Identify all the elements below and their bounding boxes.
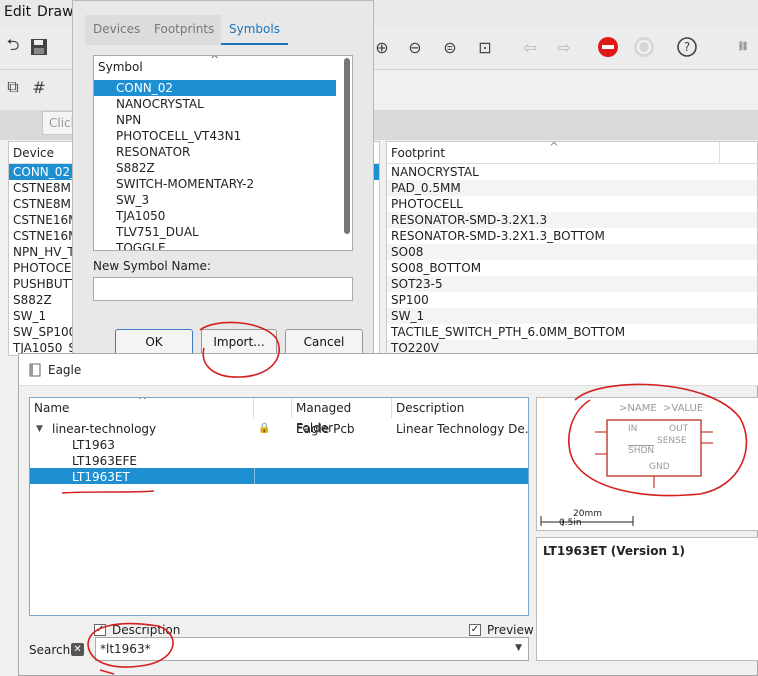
list-item[interactable]: NPN [94,112,336,128]
search-input[interactable]: *lt1963* ▼ [95,637,529,661]
list-item[interactable]: TJA1050 [94,208,336,224]
list-item[interactable]: CONN_02 [94,80,336,96]
sort-up-icon: ^ [549,141,560,154]
column-managed-folder[interactable]: Managed Folder [292,398,392,435]
list-item[interactable]: RESONATOR-SMD-3.2X1.3 [387,212,757,228]
footprint-list-header[interactable]: Footprint ^ [387,142,757,164]
click-button[interactable]: Click [42,111,76,135]
zoom-out-icon[interactable]: ⊖ [402,34,428,60]
eagle-dialog: Eagle Name ^ Managed Folder Description … [18,353,758,676]
list-item[interactable]: SWITCH-MOMENTARY-2 [94,176,336,192]
description-checkbox[interactable]: ✓ [94,624,106,636]
ok-button[interactable]: OK [115,329,193,355]
pin-in-label: IN [628,424,638,434]
description-panel: LT1963ET (Version 1) [536,537,758,661]
new-symbol-name-label: New Symbol Name: [93,259,211,273]
list-item[interactable]: SW_3 [94,192,336,208]
stop-icon[interactable] [595,34,621,60]
route-icon[interactable]: ⮌ [0,34,26,60]
tree-row-device-selected[interactable]: LT1963ET [30,468,528,484]
symbol-list-scrollbar[interactable] [344,58,350,234]
svg-text:?: ? [684,40,690,54]
go-icon[interactable] [631,34,657,60]
design-link-icon[interactable]: ⛓ [728,34,758,60]
eagle-title: Eagle [48,363,82,377]
grid-icon[interactable]: # [26,74,52,100]
new-symbol-name-input[interactable] [93,277,353,301]
list-item[interactable]: SW_1 [387,308,757,324]
save-icon[interactable] [26,34,52,60]
footprint-list[interactable]: Footprint ^ NANOCRYSTAL PAD_0.5MM PHOTOC… [386,141,758,356]
menu-edit[interactable]: Edit [4,4,31,20]
tree-row-device[interactable]: LT1963 [30,436,528,452]
list-item[interactable]: NANOCRYSTAL [387,164,757,180]
footprint-column-label: Footprint [391,146,446,160]
tree-row-library[interactable]: ▼ linear-technology 🔒 Eagle Pcb Linear T… [30,420,528,436]
scale-inch-label: 0.5in [559,518,582,528]
sort-up-icon: ^ [210,55,220,66]
layer-icon[interactable]: ⧉ [0,74,26,100]
list-item[interactable]: SO08 [387,244,757,260]
preview-value-label: >VALUE [663,403,704,414]
library-tree[interactable]: Name ^ Managed Folder Description ▼ line… [29,397,529,616]
list-item[interactable]: RESONATOR-SMD-3.2X1.3_BOTTOM [387,228,757,244]
list-item[interactable]: RESONATOR [94,144,336,160]
list-item[interactable]: PAD_0.5MM [387,180,757,196]
undo-icon[interactable]: ⇦ [517,34,543,60]
pin-shdn-label: SHDN [628,446,655,456]
symbol-list[interactable]: Symbol ^ CONN_02 NANOCRYSTAL NPN PHOTOCE… [93,55,353,251]
preview-checkbox-label: Preview [487,623,534,637]
search-input-value: *lt1963* [100,642,151,656]
menu-draw[interactable]: Draw [37,4,74,20]
import-button[interactable]: Import... [201,329,277,355]
column-divider [719,142,720,164]
list-item[interactable]: SP100 [387,292,757,308]
tab-footprints[interactable]: Footprints [146,15,223,45]
column-description[interactable]: Description [392,398,528,418]
preview-name-label: >NAME [619,403,657,414]
book-icon [29,363,41,377]
pin-gnd-label: GND [649,462,670,472]
symbol-preview: >NAME >VALUE IN OUT SENSE SHDN GND 20mm … [536,397,758,531]
column-divider [254,468,255,484]
redo-icon[interactable]: ⇨ [551,34,577,60]
list-item[interactable]: S882Z [94,160,336,176]
eagle-title-bar: Eagle [19,354,758,386]
help-icon[interactable]: ? [674,34,700,60]
pin-sense-label: SENSE [657,436,687,446]
list-item[interactable]: SO08_BOTTOM [387,260,757,276]
pin-out-label: OUT [669,424,689,434]
symbol-preview-drawing [540,419,713,526]
list-item[interactable]: PHOTOCELL_VT43N1 [94,128,336,144]
preview-checkbox[interactable]: ✓ [469,624,481,636]
zoom-fit-icon[interactable]: ⊜ [437,34,463,60]
clear-search-icon[interactable]: ✕ [71,643,84,656]
tab-symbols[interactable]: Symbols [221,15,288,45]
list-item[interactable]: PHOTOCELL [387,196,757,212]
toolbar-secondary: ⧉ # [0,70,80,110]
list-item[interactable]: TLV751_DUAL [94,224,336,240]
list-item[interactable]: NANOCRYSTAL [94,96,336,112]
tree-row-device[interactable]: LT1963EFE [30,452,528,468]
device-column-label: Device [13,146,55,160]
symbol-column-label: Symbol [98,60,143,74]
list-item[interactable]: SOT23-5 [387,276,757,292]
zoom-select-icon[interactable]: ⊡ [472,34,498,60]
tab-devices[interactable]: Devices [85,15,149,45]
description-title: LT1963ET (Version 1) [543,544,686,558]
column-lock[interactable] [254,398,292,418]
device-name: LT1963ET [72,470,130,484]
list-item[interactable]: TOGGLE [94,240,336,250]
search-label: Search [29,643,71,657]
list-item[interactable]: TACTILE_SWITCH_PTH_6.0MM_BOTTOM [387,324,757,340]
chevron-down-icon[interactable]: ▼ [515,643,522,653]
cancel-button[interactable]: Cancel [285,329,363,355]
symbol-dialog: Devices Footprints Symbols Symbol ^ CONN… [72,0,374,356]
description-checkbox-label: Description [112,623,181,637]
sort-up-icon: ^ [138,397,148,407]
